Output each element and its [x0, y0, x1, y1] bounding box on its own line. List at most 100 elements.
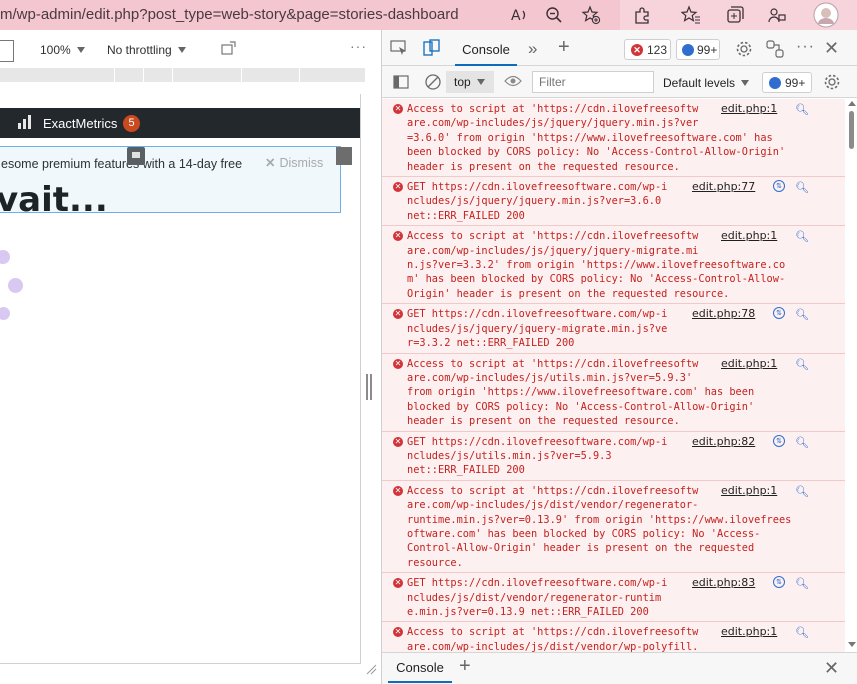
search-icon[interactable]: 🔍︎ — [795, 485, 809, 499]
zoom-out-icon[interactable] — [543, 4, 565, 26]
more-options-icon[interactable]: ··· — [350, 38, 367, 54]
eye-icon[interactable] — [504, 74, 522, 88]
close-icon[interactable]: ✕ — [824, 658, 839, 679]
scroll-thumb[interactable] — [849, 111, 854, 149]
console-message-line: net::ERR_FAILED 200 — [407, 464, 525, 477]
console-network-error[interactable]: ✕ GET https://cdn.ilovefreesoftware.com/w… — [382, 304, 845, 354]
console-message-line: ncludes/js/utils.min.js?ver=5.9.3 — [407, 449, 612, 462]
scroll-down-icon[interactable] — [848, 642, 856, 647]
network-request-icon[interactable]: ⇅ — [773, 434, 785, 447]
console-message-line: from origin 'https://www.ilovefreesoftwa… — [407, 386, 755, 399]
source-link[interactable]: edit.php:1 — [721, 102, 777, 116]
console-cors-error[interactable]: ✕ Access to script at 'https://cdn.ilovef… — [382, 622, 845, 652]
console-scrollbar[interactable] — [845, 99, 857, 652]
search-icon[interactable]: 🔍︎ — [795, 230, 809, 244]
filter-input[interactable]: Filter — [532, 71, 654, 93]
address-url[interactable]: m/wp-admin/edit.php?post_type=web-story&… — [0, 6, 459, 23]
source-link[interactable]: edit.php:1 — [721, 484, 777, 498]
search-icon[interactable]: 🔍︎ — [795, 577, 809, 591]
console-message-line: Control-Allow-Origin' header is present … — [407, 542, 755, 555]
split-resize-handle[interactable] — [366, 374, 372, 400]
search-icon[interactable]: 🔍︎ — [795, 181, 809, 195]
console-network-error[interactable]: ✕ GET https://cdn.ilovefreesoftware.com/w… — [382, 177, 845, 227]
favorites-icon[interactable] — [680, 4, 702, 26]
connect-icon[interactable] — [766, 40, 784, 58]
zoom-select[interactable]: 100% — [40, 43, 85, 57]
search-icon[interactable]: 🔍︎ — [795, 626, 809, 640]
network-request-icon[interactable]: ⇅ — [773, 180, 785, 193]
console-message-line: oftware.com' has been blocked by CORS po… — [407, 527, 761, 540]
add-favorite-icon[interactable] — [580, 4, 602, 26]
media-query-ruler[interactable] — [0, 68, 365, 82]
console-message-line: are.com/wp-includes/js/dist/vendor/regen… — [407, 499, 699, 512]
source-link[interactable]: edit.php:1 — [721, 357, 777, 371]
dimension-field[interactable] — [0, 40, 14, 62]
console-cors-error[interactable]: ✕ Access to script at 'https://cdn.ilovef… — [382, 99, 845, 178]
tab-console[interactable]: Console — [455, 30, 517, 66]
dismiss-button[interactable]: ✕ Dismiss — [265, 155, 323, 170]
console-message-line: m' has been blocked by CORS policy: No '… — [407, 273, 786, 286]
loading-dot — [8, 278, 23, 293]
console-message-line: GET https://cdn.ilovefreesoftware.com/wp… — [407, 181, 668, 194]
error-count-badge[interactable]: ✕ 123 — [624, 39, 671, 60]
clear-console-icon[interactable] — [424, 73, 442, 91]
console-message-line: header is present on the requested resou… — [407, 160, 680, 173]
network-request-icon[interactable]: ⇅ — [773, 307, 785, 320]
throttling-select[interactable]: No throttling — [107, 43, 186, 57]
console-message-line: ncludes/js/dist/vendor/regenerator-runti… — [407, 591, 662, 604]
gear-icon[interactable] — [823, 73, 841, 91]
drawer-tab-console[interactable]: Console — [388, 653, 452, 683]
svg-text:A: A — [511, 8, 521, 23]
search-icon[interactable]: 🔍︎ — [795, 358, 809, 372]
scroll-up-icon[interactable] — [848, 101, 856, 106]
search-icon[interactable]: 🔍︎ — [795, 436, 809, 450]
more-options-icon[interactable]: ··· — [796, 38, 815, 56]
more-tabs-icon[interactable]: » — [528, 39, 537, 59]
device-emulation-icon[interactable] — [423, 39, 441, 57]
console-cors-error[interactable]: ✕ Access to script at 'https://cdn.ilovef… — [382, 226, 845, 305]
console-cors-error[interactable]: ✕ Access to script at 'https://cdn.ilovef… — [382, 353, 845, 432]
page-content: ExactMetrics 5 esome premium features wi… — [0, 94, 361, 664]
device-toolbar: 100% No throttling ··· — [0, 38, 381, 64]
add-tab-icon[interactable]: + — [558, 36, 570, 59]
console-network-error[interactable]: ✕ GET https://cdn.ilovefreesoftware.com/w… — [382, 573, 845, 623]
read-aloud-icon[interactable]: A — [508, 4, 530, 26]
extensions-icon[interactable] — [631, 4, 653, 26]
search-icon[interactable]: 🔍︎ — [795, 103, 809, 117]
console-message-line: are.com/wp-includes/js/utils.min.js?ver=… — [407, 371, 693, 384]
source-link[interactable]: edit.php:1 — [721, 625, 777, 639]
source-link[interactable]: edit.php:78 — [692, 307, 755, 321]
resize-grip-icon[interactable] — [365, 662, 377, 675]
console-message-text: Access to script at 'https://cdn.ilovefr… — [407, 484, 791, 570]
chevron-down-icon — [76, 47, 85, 53]
message-count-badge[interactable]: 99+ — [762, 72, 812, 93]
network-request-icon[interactable]: ⇅ — [773, 576, 785, 589]
message-count-badge[interactable]: 99+ — [676, 39, 720, 60]
exactmetrics-menu[interactable]: ExactMetrics — [43, 116, 117, 131]
source-link[interactable]: edit.php:83 — [692, 576, 755, 590]
console-messages: ✕ Access to script at 'https://cdn.ilovef… — [382, 99, 845, 652]
log-levels-select[interactable]: Default levels — [663, 76, 750, 90]
chat-icon[interactable] — [127, 147, 145, 165]
console-cors-error[interactable]: ✕ Access to script at 'https://cdn.ilovef… — [382, 480, 845, 574]
search-icon[interactable]: 🔍︎ — [795, 308, 809, 322]
rotate-icon[interactable] — [221, 40, 239, 59]
profile-sync-icon[interactable] — [766, 4, 788, 26]
console-message-text: GET https://cdn.ilovefreesoftware.com/wp… — [407, 435, 717, 478]
dismiss-label: Dismiss — [279, 156, 324, 170]
gear-icon[interactable] — [735, 40, 753, 58]
sidebar-toggle-icon[interactable] — [393, 74, 409, 90]
error-icon: ✕ — [393, 309, 403, 320]
console-network-error[interactable]: ✕ GET https://cdn.ilovefreesoftware.com/w… — [382, 431, 845, 481]
close-icon[interactable]: ✕ — [824, 38, 839, 59]
source-link[interactable]: edit.php:77 — [692, 180, 755, 194]
source-link[interactable]: edit.php:1 — [721, 229, 777, 243]
bar-chart-icon — [18, 115, 34, 129]
collections-icon[interactable] — [724, 4, 746, 26]
add-tab-icon[interactable]: + — [459, 655, 471, 678]
avatar[interactable] — [813, 2, 839, 28]
console-message-text: GET https://cdn.ilovefreesoftware.com/wp… — [407, 307, 717, 350]
inspect-element-icon[interactable] — [390, 40, 408, 56]
context-select[interactable]: top — [446, 71, 494, 93]
source-link[interactable]: edit.php:82 — [692, 435, 755, 449]
